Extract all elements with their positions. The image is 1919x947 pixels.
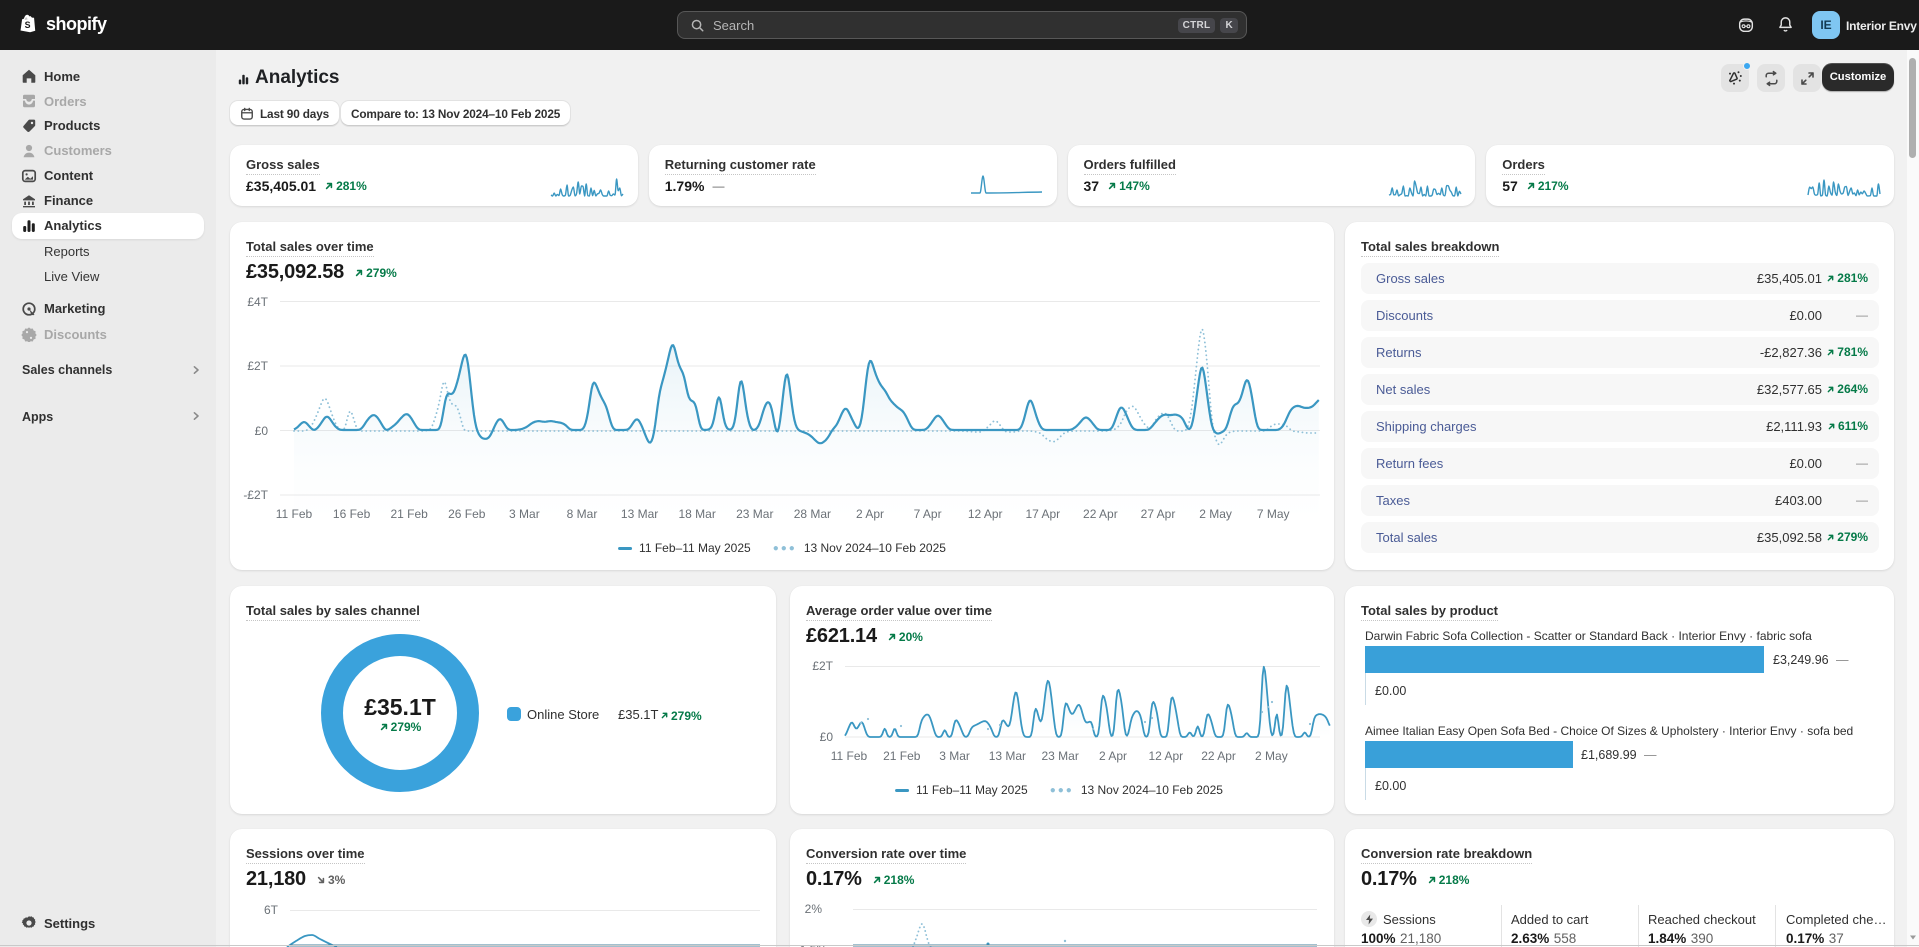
svg-text:S: S	[25, 20, 31, 30]
